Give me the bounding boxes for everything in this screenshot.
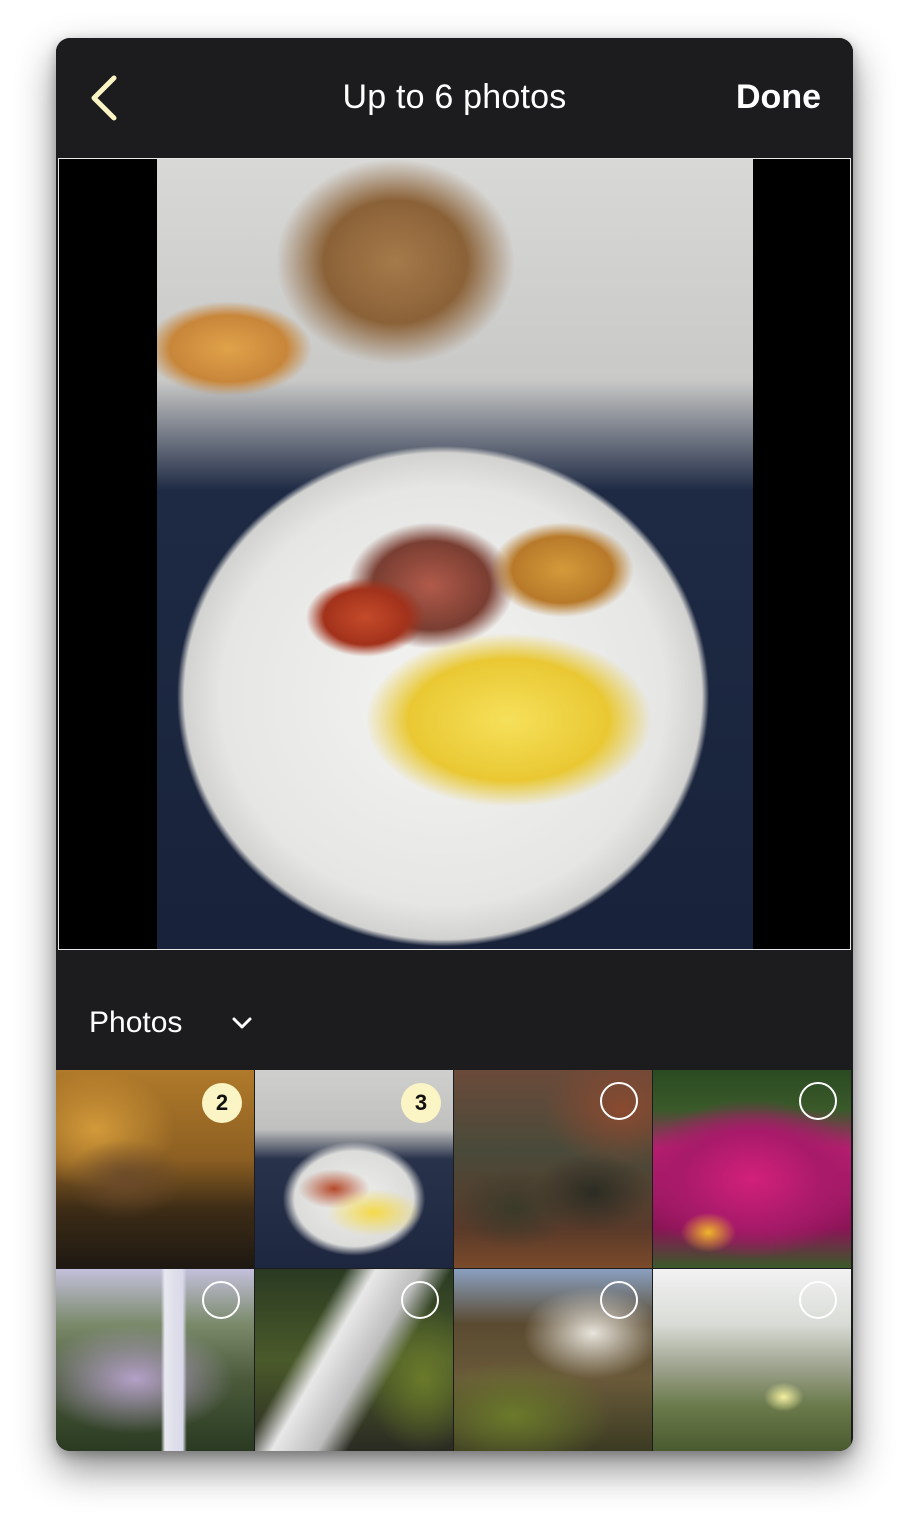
page-title: Up to 6 photos [342,78,567,116]
photo-grid: 2 3 [56,1070,853,1451]
photo-thumb-waterfall-cliff[interactable] [454,1269,652,1451]
album-dropdown-toggle[interactable] [231,1012,253,1034]
photo-thumb-waterfall-misty[interactable] [56,1269,254,1451]
photo-thumb-pink-flowers[interactable] [653,1070,851,1268]
album-dropdown[interactable]: Photos [89,1006,182,1040]
selection-circle-icon[interactable] [600,1281,638,1319]
top-bar: Up to 6 photos Done [56,38,853,156]
selection-order-badge[interactable]: 2 [202,1083,242,1123]
done-button[interactable]: Done [736,78,821,117]
selection-circle-icon[interactable] [202,1281,240,1319]
selection-circle-icon[interactable] [799,1082,837,1120]
photo-thumb-breakfast-plate[interactable]: 3 [255,1070,453,1268]
photo-thumb-waterfall-longexposure[interactable] [255,1269,453,1451]
album-selector-bar: Photos [56,950,853,1070]
preview-image [157,159,753,949]
selection-circle-icon[interactable] [799,1281,837,1319]
photo-thumb-boots[interactable] [454,1070,652,1268]
chevron-down-icon [232,1017,252,1029]
photo-thumb-autumn-cabin[interactable]: 2 [56,1070,254,1268]
selection-circle-icon[interactable] [401,1281,439,1319]
selection-order-badge[interactable]: 3 [401,1083,441,1123]
photo-preview [58,158,851,950]
selection-circle-icon[interactable] [600,1082,638,1120]
photo-picker-window: Up to 6 photos Done Photos 2 3 [56,38,853,1451]
photo-thumb-dune-grass[interactable] [653,1269,851,1451]
